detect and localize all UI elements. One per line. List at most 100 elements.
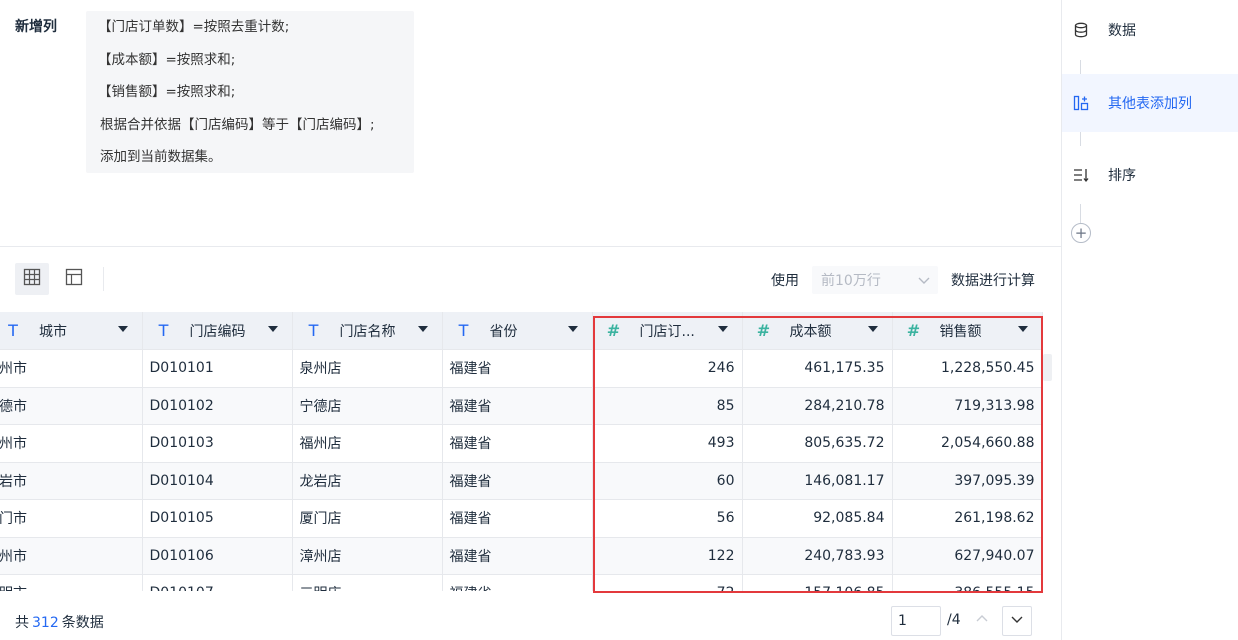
column-menu-icon[interactable] <box>1017 326 1028 332</box>
table-cell[interactable]: 805,635.72 <box>742 424 893 463</box>
table-cell[interactable]: 2,054,660.88 <box>892 424 1043 463</box>
table-cell[interactable]: 60 <box>592 462 743 500</box>
table-row: 州市 D010106 漳州店 福建省 122 240,783.93 627,940.07 <box>0 537 1043 575</box>
total-prefix: 共 <box>15 615 29 631</box>
row-limit-select[interactable]: 前10万行 <box>812 266 938 294</box>
table-cell[interactable]: 明市 <box>0 574 143 591</box>
column-header[interactable]: T 省份 <box>442 312 593 350</box>
step-connector <box>1080 204 1081 223</box>
column-name: 门店名称 <box>339 323 396 340</box>
table-cell[interactable]: 284,210.78 <box>742 387 893 425</box>
table-cell[interactable]: D010103 <box>142 424 293 463</box>
column-name: 门店订... <box>639 323 695 340</box>
table-row: 岩市 D010104 龙岩店 福建省 60 146,081.17 397,095.39 <box>0 462 1043 500</box>
calc-label: 数据进行计算 <box>951 273 1035 289</box>
steps-sidebar: 数据 其他表添加列 排序 + <box>1061 0 1238 640</box>
column-name: 销售额 <box>939 323 982 340</box>
column-menu-icon[interactable] <box>717 326 728 332</box>
new-column-label: 新增列 <box>15 19 57 35</box>
table-cell[interactable]: 福州店 <box>292 424 443 463</box>
table-cell[interactable]: 261,198.62 <box>892 499 1043 538</box>
table-cell[interactable]: 397,095.39 <box>892 462 1043 500</box>
table-cell[interactable]: 福建省 <box>442 499 593 538</box>
column-menu-icon[interactable] <box>567 326 578 332</box>
data-table-container: T 城市 T 门店编码 T 门店名称 T 省份 # 门店订... # 成本额 # 销售额 州市 D01010… <box>0 312 1052 591</box>
column-menu-icon[interactable] <box>417 326 428 332</box>
text-type-icon: T <box>158 321 169 340</box>
column-menu-icon[interactable] <box>867 326 878 332</box>
table-cell[interactable]: 福建省 <box>442 387 593 425</box>
table-cell[interactable]: 宁德店 <box>292 387 443 425</box>
table-cell[interactable]: D010102 <box>142 387 293 425</box>
number-type-icon: # <box>606 321 621 340</box>
table-cell[interactable]: 泉州店 <box>292 349 443 388</box>
table-cell[interactable]: 240,783.93 <box>742 537 893 575</box>
table-cell[interactable]: 122 <box>592 537 743 575</box>
table-cell[interactable]: 157,106.85 <box>742 574 893 591</box>
add-column-icon <box>1072 94 1090 112</box>
table-cell[interactable]: 福建省 <box>442 462 593 500</box>
column-name: 省份 <box>489 323 518 340</box>
table-cell[interactable]: 146,081.17 <box>742 462 893 500</box>
table-cell[interactable]: D010104 <box>142 462 293 500</box>
column-header[interactable]: # 门店订... <box>592 312 743 350</box>
layout-view-button[interactable] <box>57 263 91 295</box>
table-cell[interactable]: 福建省 <box>442 574 593 591</box>
vertical-scrollbar[interactable] <box>1043 354 1052 381</box>
table-cell[interactable]: 岩市 <box>0 462 143 500</box>
table-cell[interactable]: 州市 <box>0 424 143 463</box>
table-cell[interactable]: 龙岩店 <box>292 462 443 500</box>
step-data[interactable]: 数据 <box>1062 1 1238 59</box>
table-cell[interactable]: 72 <box>592 574 743 591</box>
page-number-input[interactable] <box>891 606 941 636</box>
column-menu-icon[interactable] <box>117 326 128 332</box>
table-cell[interactable]: 州市 <box>0 349 143 388</box>
table-cell[interactable]: 三明店 <box>292 574 443 591</box>
table-cell[interactable]: 州市 <box>0 537 143 575</box>
step-label: 数据 <box>1108 23 1136 39</box>
table-cell[interactable]: 627,940.07 <box>892 537 1043 575</box>
chevron-down-icon <box>1009 611 1025 631</box>
grid-icon <box>23 268 41 290</box>
grid-view-button[interactable] <box>15 263 49 295</box>
column-header[interactable]: # 销售额 <box>892 312 1043 350</box>
table-cell[interactable]: 福建省 <box>442 349 593 388</box>
table-cell[interactable]: 461,175.35 <box>742 349 893 388</box>
table-cell[interactable]: 246 <box>592 349 743 388</box>
prev-page-button[interactable] <box>967 606 997 636</box>
table-cell[interactable]: 漳州店 <box>292 537 443 575</box>
table-row: 德市 D010102 宁德店 福建省 85 284,210.78 719,313.98 <box>0 387 1043 425</box>
table-cell[interactable]: D010107 <box>142 574 293 591</box>
column-name: 门店编码 <box>189 323 246 340</box>
table-cell[interactable]: 德市 <box>0 387 143 425</box>
step-sort[interactable]: 排序 <box>1062 146 1238 204</box>
column-menu-icon[interactable] <box>267 326 278 332</box>
table-cell[interactable]: 1,228,550.45 <box>892 349 1043 388</box>
column-header[interactable]: T 门店名称 <box>292 312 443 350</box>
column-header[interactable]: T 门店编码 <box>142 312 293 350</box>
plus-circle-icon[interactable]: + <box>1071 223 1091 243</box>
table-cell[interactable]: 门市 <box>0 499 143 538</box>
table-cell[interactable]: 92,085.84 <box>742 499 893 538</box>
table-cell[interactable]: 719,313.98 <box>892 387 1043 425</box>
number-type-icon: # <box>906 321 921 340</box>
table-row: 门市 D010105 厦门店 福建省 56 92,085.84 261,198.62 <box>0 499 1043 538</box>
column-header[interactable]: # 成本额 <box>742 312 893 350</box>
table-cell[interactable]: D010105 <box>142 499 293 538</box>
step-add-column[interactable]: 其他表添加列 <box>1062 74 1238 132</box>
table-cell[interactable]: 85 <box>592 387 743 425</box>
table-row: 州市 D010101 泉州店 福建省 246 461,175.35 1,228,550.45 <box>0 349 1043 388</box>
next-page-button[interactable] <box>1002 606 1032 636</box>
step-connector <box>1080 132 1081 146</box>
table-cell[interactable]: 厦门店 <box>292 499 443 538</box>
table-cell[interactable]: D010101 <box>142 349 293 388</box>
column-header[interactable]: T 城市 <box>0 312 143 350</box>
toolbar-divider <box>103 267 104 291</box>
table-cell[interactable]: 386,555.15 <box>892 574 1043 591</box>
table-cell[interactable]: 福建省 <box>442 424 593 463</box>
table-cell[interactable]: D010106 <box>142 537 293 575</box>
table-cell[interactable]: 493 <box>592 424 743 463</box>
step-label: 排序 <box>1108 168 1136 184</box>
table-cell[interactable]: 福建省 <box>442 537 593 575</box>
table-cell[interactable]: 56 <box>592 499 743 538</box>
